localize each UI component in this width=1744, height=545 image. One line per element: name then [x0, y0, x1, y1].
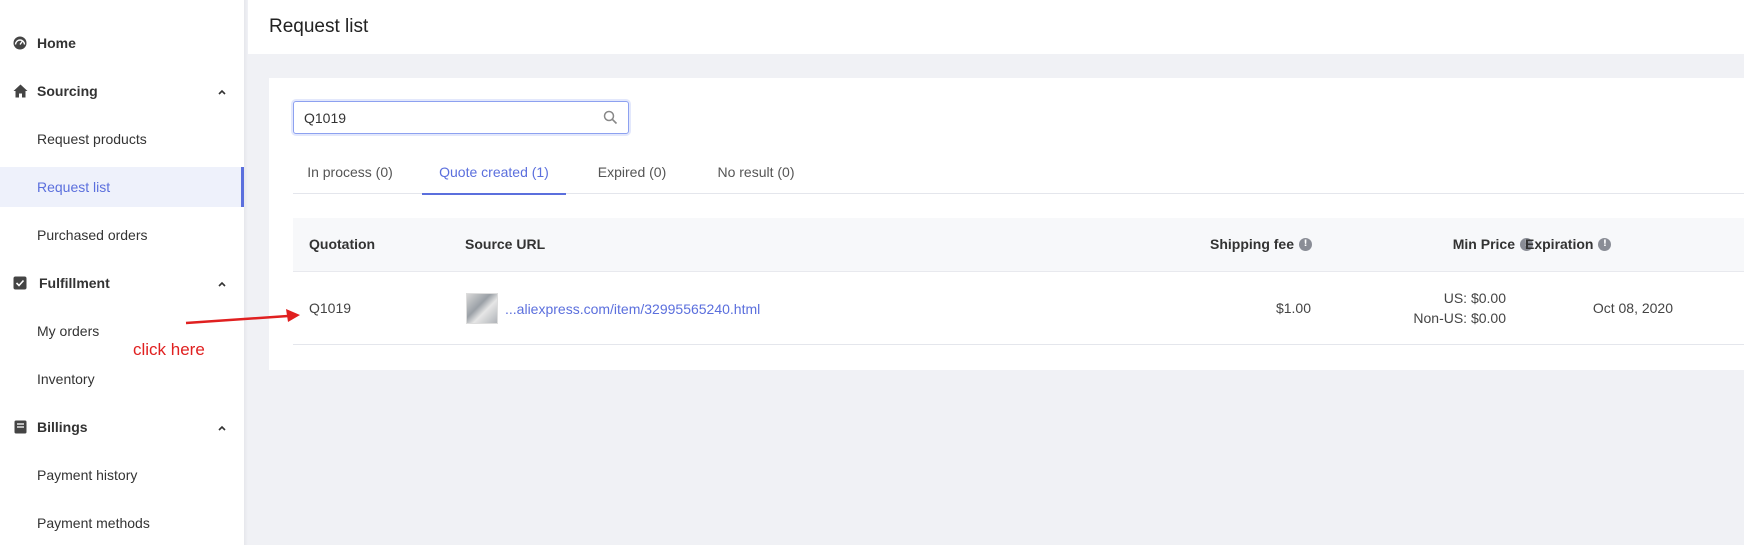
sidebar-item-label: Request products — [37, 131, 147, 147]
sidebar-item-payment-history[interactable]: Payment history — [0, 455, 244, 495]
column-header-min-price: Min Price! — [1453, 236, 1533, 252]
shipping-us-value: US: $0.00 — [1443, 290, 1506, 306]
sidebar-item-label: Inventory — [37, 371, 95, 387]
annotation-arrow — [185, 309, 300, 325]
sidebar-item-request-list[interactable]: Request list — [0, 167, 244, 207]
expiration-value: Oct 08, 2020 — [1592, 300, 1673, 316]
sidebar-group-label: Home — [37, 35, 76, 51]
sidebar-group-home[interactable]: Home — [0, 25, 244, 61]
checkbox-icon — [12, 275, 28, 291]
sidebar: Home Sourcing Request products Request l… — [0, 0, 244, 545]
sidebar-item-label: My orders — [37, 323, 100, 339]
sidebar-group-billings[interactable]: Billings — [0, 409, 244, 445]
shipping-non-us-value: Non-US: $0.00 — [1413, 310, 1506, 326]
tab-expired[interactable]: Expired (0) — [581, 154, 683, 194]
tab-no-result[interactable]: No result (0) — [698, 154, 814, 194]
column-header-label: Min Price — [1452, 236, 1515, 252]
column-header-label: Source URL — [465, 236, 546, 252]
annotation-label: click here — [133, 340, 205, 359]
sidebar-divider — [244, 0, 248, 545]
search-field[interactable] — [293, 101, 629, 134]
sidebar-item-request-products[interactable]: Request products — [0, 119, 244, 159]
page-title: Request list — [269, 16, 369, 37]
table-row[interactable]: Q1019 ...aliexpress.com/item/32995565240… — [293, 272, 1744, 345]
page-header: Request list — [248, 0, 1744, 54]
column-header-label: Shipping fee — [1210, 236, 1294, 252]
column-header-expiration: Expiration! — [1525, 236, 1612, 252]
dashboard-icon — [12, 35, 28, 51]
sidebar-group-fulfillment[interactable]: Fulfillment — [0, 265, 244, 301]
column-header-label: Expiration — [1525, 236, 1594, 252]
source-url-link[interactable]: ...aliexpress.com/item/32995565240.html — [505, 301, 760, 317]
status-tabs: In process (0) Quote created (1) Expired… — [293, 154, 1744, 195]
sidebar-item-label: Payment history — [37, 467, 138, 483]
tab-label: Quote created (1) — [439, 164, 549, 180]
sidebar-item-inventory[interactable]: Inventory — [0, 359, 244, 399]
tab-in-process[interactable]: In process (0) — [293, 154, 407, 194]
search-input[interactable] — [304, 108, 584, 128]
sidebar-group-sourcing[interactable]: Sourcing — [0, 73, 244, 109]
sidebar-group-label: Sourcing — [37, 83, 98, 99]
table-header: Quotation Source URL Min Price! Shipping… — [293, 218, 1744, 272]
sidebar-group-label: Billings — [37, 419, 88, 435]
sidebar-item-label: Purchased orders — [37, 227, 148, 243]
chevron-up-icon[interactable] — [216, 85, 228, 97]
chevron-up-icon[interactable] — [216, 421, 228, 433]
column-header-shipping-fee: Shipping fee! — [1210, 236, 1312, 252]
chevron-up-icon[interactable] — [216, 277, 228, 289]
tab-label: No result (0) — [717, 164, 795, 180]
sidebar-item-purchased-orders[interactable]: Purchased orders — [0, 215, 244, 255]
home-icon — [12, 83, 28, 99]
sidebar-item-label: Request list — [37, 179, 111, 195]
sidebar-item-label: Payment methods — [37, 515, 150, 531]
sidebar-item-payment-methods[interactable]: Payment methods — [0, 503, 244, 543]
receipt-icon — [12, 419, 28, 435]
tab-label: In process (0) — [307, 164, 393, 180]
info-icon[interactable]: ! — [1598, 237, 1612, 251]
sidebar-group-label: Fulfillment — [39, 275, 110, 291]
quotation-id[interactable]: Q1019 — [309, 300, 351, 316]
column-header-source-url: Source URL — [465, 236, 545, 252]
product-thumbnail — [466, 293, 498, 324]
request-list-card: In process (0) Quote created (1) Expired… — [269, 78, 1744, 370]
info-icon[interactable]: ! — [1299, 237, 1312, 251]
column-header-quotation: Quotation — [309, 236, 375, 252]
column-header-label: Quotation — [309, 236, 376, 252]
min-price-value: $1.00 — [1275, 300, 1311, 316]
tab-label: Expired (0) — [597, 164, 667, 180]
tab-quote-created[interactable]: Quote created (1) — [422, 154, 566, 195]
search-icon[interactable] — [603, 110, 618, 125]
